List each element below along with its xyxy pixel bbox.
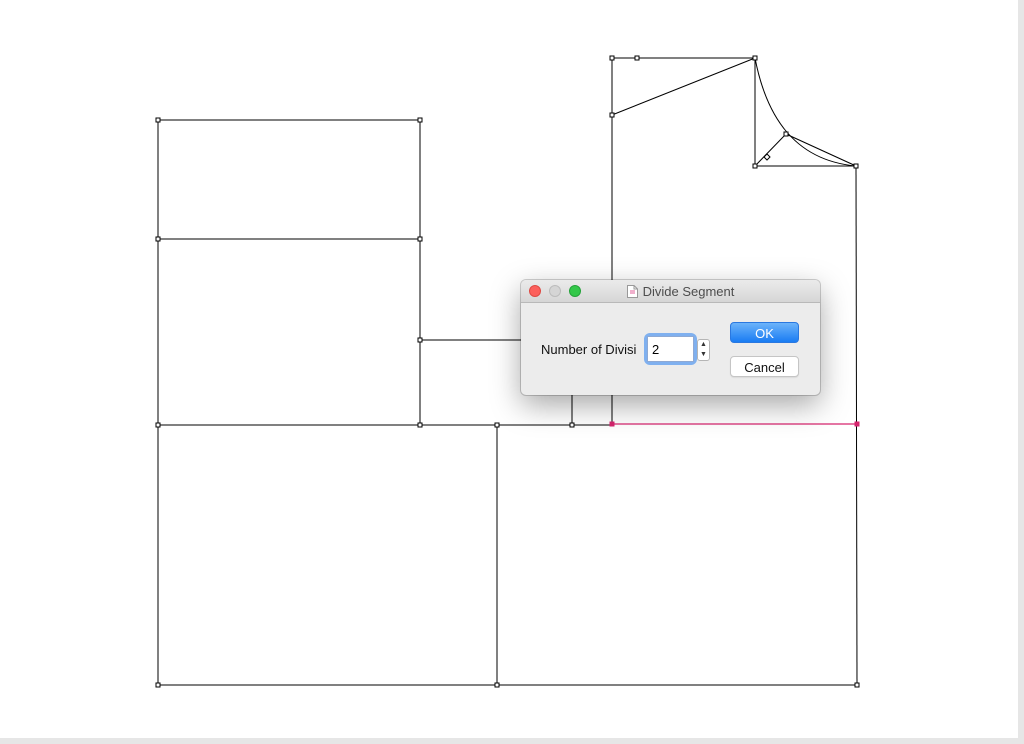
pattern-drawing[interactable] — [0, 0, 1024, 744]
divisions-input-container — [647, 336, 694, 362]
divide-segment-dialog: Divide Segment Number of Divisi ▲ ▼ OK C… — [521, 280, 820, 395]
page-edge — [0, 738, 1024, 744]
point-handle[interactable] — [417, 236, 423, 242]
point-handle[interactable] — [494, 682, 500, 688]
segment[interactable] — [611, 57, 756, 116]
point-handle[interactable] — [155, 236, 161, 242]
point-handle[interactable] — [634, 55, 640, 61]
point-handle[interactable] — [752, 163, 758, 169]
selected-point-handle[interactable] — [854, 421, 860, 427]
point-handle[interactable] — [569, 422, 575, 428]
divisions-stepper[interactable]: ▲ ▼ — [697, 339, 710, 361]
point-handle[interactable] — [494, 422, 500, 428]
divisions-input[interactable] — [647, 336, 694, 362]
point-handle[interactable] — [752, 55, 758, 61]
segment[interactable] — [754, 133, 787, 167]
control-point-handle[interactable] — [763, 153, 771, 161]
chevron-down-icon[interactable]: ▼ — [698, 350, 709, 360]
selected-point-handle[interactable] — [609, 421, 615, 427]
point-handle[interactable] — [609, 55, 615, 61]
ok-button[interactable]: OK — [730, 322, 799, 343]
dialog-titlebar[interactable]: Divide Segment — [521, 280, 820, 303]
point-handle[interactable] — [155, 117, 161, 123]
divisions-label: Number of Divisi — [541, 342, 637, 357]
segment[interactable] — [785, 133, 857, 167]
dialog-title-group: Divide Segment — [521, 280, 820, 302]
point-handle[interactable] — [417, 117, 423, 123]
point-handle[interactable] — [417, 422, 423, 428]
point-handle[interactable] — [155, 682, 161, 688]
drawing-canvas[interactable] — [0, 0, 1024, 744]
cancel-button[interactable]: Cancel — [730, 356, 799, 377]
dialog-title: Divide Segment — [642, 283, 735, 299]
point-handle[interactable] — [854, 682, 860, 688]
point-handle[interactable] — [155, 422, 161, 428]
page-edge — [1018, 0, 1024, 744]
chevron-up-icon[interactable]: ▲ — [698, 340, 709, 350]
point-handle[interactable] — [609, 112, 615, 118]
document-icon — [626, 284, 638, 298]
point-handle[interactable] — [853, 163, 859, 169]
point-handle[interactable] — [783, 131, 789, 137]
point-handle[interactable] — [417, 337, 423, 343]
